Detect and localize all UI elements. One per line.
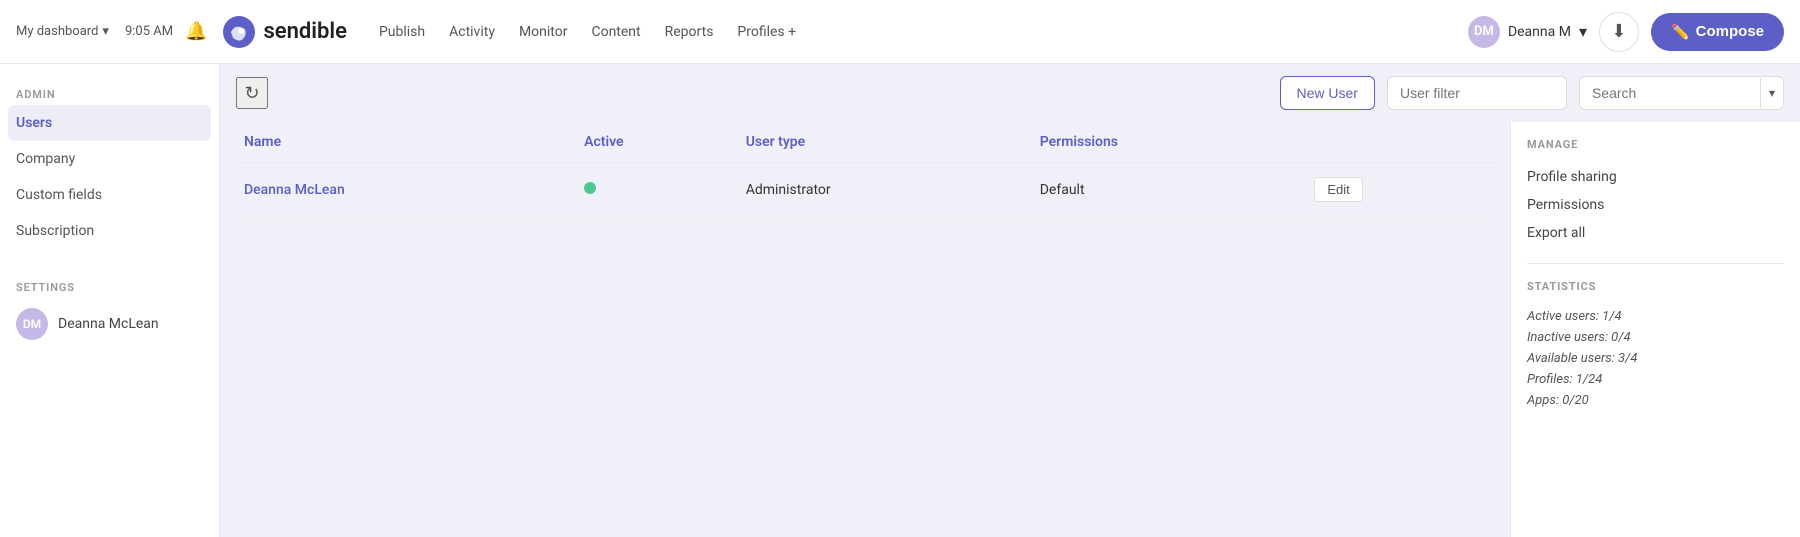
table-header: Name Active User type Permissions — [236, 122, 1494, 163]
sidebar-user[interactable]: DM Deanna McLean — [0, 298, 219, 350]
col-name: Name — [236, 122, 576, 163]
avatar: DM — [1468, 16, 1500, 48]
download-button[interactable]: ⬇ — [1599, 12, 1639, 52]
sidebar-avatar-initials: DM — [23, 317, 41, 331]
top-navigation: Publish Activity Monitor Content Reports… — [379, 24, 796, 40]
time-display: 9:05 AM — [125, 24, 173, 39]
dashboard-button[interactable]: My dashboard ▾ — [16, 24, 109, 39]
nav-item-reports[interactable]: Reports — [665, 24, 714, 40]
settings-section: SETTINGS DM Deanna McLean — [0, 273, 219, 350]
sidebar-item-custom-fields[interactable]: Custom fields — [0, 177, 219, 213]
notification-bell-icon[interactable]: 🔔 — [185, 21, 207, 42]
sendible-logo-icon — [223, 16, 255, 48]
statistics-panel: Active users: 1/4 Inactive users: 0/4 Av… — [1527, 309, 1784, 408]
sidebar-custom-fields-label: Custom fields — [16, 187, 102, 203]
sidebar-item-subscription[interactable]: Subscription — [0, 213, 219, 249]
sidebar-company-label: Company — [16, 151, 75, 167]
search-wrapper: ▾ — [1579, 76, 1784, 110]
stat-apps: Apps: 0/20 — [1527, 393, 1784, 408]
sidebar: ADMIN Users Company Custom fields Subscr… — [0, 64, 220, 537]
user-name-cell: Deanna McLean — [236, 163, 576, 217]
col-permissions: Permissions — [1032, 122, 1307, 163]
nav-item-profiles[interactable]: Profiles + — [737, 24, 796, 40]
col-user-type: User type — [738, 122, 1032, 163]
sidebar-users-label: Users — [16, 115, 52, 131]
chevron-down-icon: ▾ — [102, 24, 109, 39]
admin-section-label: ADMIN — [0, 80, 219, 105]
avatar-initials: DM — [1474, 24, 1494, 39]
sidebar-item-company[interactable]: Company — [0, 141, 219, 177]
content-area: Name Active User type Permissions Deanna… — [220, 122, 1800, 537]
edit-button[interactable]: Edit — [1314, 177, 1362, 202]
table-row: Deanna McLean Administrator Default Edit — [236, 163, 1494, 217]
divider — [1527, 263, 1784, 264]
sidebar-user-name: Deanna McLean — [58, 316, 159, 332]
stat-profiles: Profiles: 1/24 — [1527, 372, 1784, 387]
user-permissions-cell: Default — [1032, 163, 1307, 217]
nav-item-content[interactable]: Content — [591, 24, 640, 40]
sidebar-item-users[interactable]: Users — [8, 105, 211, 141]
statistics-title: STATISTICS — [1527, 280, 1784, 293]
export-all-link[interactable]: Export all — [1527, 219, 1784, 247]
stat-inactive-users: Inactive users: 0/4 — [1527, 330, 1784, 345]
sidebar-subscription-label: Subscription — [16, 223, 94, 239]
stat-active-users: Active users: 1/4 — [1527, 309, 1784, 324]
nav-item-monitor[interactable]: Monitor — [519, 24, 568, 40]
logo-text: sendible — [263, 19, 346, 44]
user-chevron-icon: ▾ — [1579, 22, 1587, 41]
pencil-icon: ✏️ — [1671, 23, 1690, 41]
compose-label: Compose — [1696, 23, 1764, 40]
active-status-dot — [584, 182, 596, 194]
search-dropdown-button[interactable]: ▾ — [1760, 78, 1783, 108]
user-name: Deanna M — [1508, 24, 1571, 40]
sidebar-user-avatar: DM — [16, 308, 48, 340]
settings-section-label: SETTINGS — [0, 273, 219, 298]
manage-title: MANAGE — [1527, 138, 1784, 151]
refresh-button[interactable]: ↻ — [236, 77, 268, 109]
dashboard-label: My dashboard — [16, 24, 98, 39]
main-layout: ADMIN Users Company Custom fields Subscr… — [0, 64, 1800, 537]
compose-button[interactable]: ✏️ Compose — [1651, 13, 1784, 51]
users-table-wrapper: Name Active User type Permissions Deanna… — [220, 122, 1510, 537]
user-menu[interactable]: DM Deanna M ▾ — [1468, 16, 1587, 48]
nav-item-activity[interactable]: Activity — [449, 24, 495, 40]
users-table: Name Active User type Permissions Deanna… — [236, 122, 1494, 217]
topbar: My dashboard ▾ 9:05 AM 🔔 sendible Publis… — [0, 0, 1800, 64]
user-actions-cell: Edit — [1306, 163, 1494, 217]
topbar-left: My dashboard ▾ 9:05 AM 🔔 — [16, 21, 207, 42]
main-content: ↻ New User ▾ Name Active User type Pe — [220, 64, 1800, 537]
nav-item-publish[interactable]: Publish — [379, 24, 425, 40]
user-type-cell: Administrator — [738, 163, 1032, 217]
user-name-link[interactable]: Deanna McLean — [244, 182, 345, 198]
logo-area: sendible — [223, 16, 346, 48]
profile-sharing-link[interactable]: Profile sharing — [1527, 163, 1784, 191]
user-active-cell — [576, 163, 738, 217]
content-toolbar: ↻ New User ▾ — [220, 64, 1800, 122]
col-active: Active — [576, 122, 738, 163]
topbar-right: DM Deanna M ▾ ⬇ ✏️ Compose — [1468, 12, 1784, 52]
user-filter-input[interactable] — [1387, 76, 1567, 110]
table-body: Deanna McLean Administrator Default Edit — [236, 163, 1494, 217]
search-input[interactable] — [1580, 77, 1760, 109]
permissions-link[interactable]: Permissions — [1527, 191, 1784, 219]
new-user-button[interactable]: New User — [1280, 76, 1375, 110]
right-panel: MANAGE Profile sharing Permissions Expor… — [1510, 122, 1800, 537]
col-actions — [1306, 122, 1494, 163]
stat-available-users: Available users: 3/4 — [1527, 351, 1784, 366]
